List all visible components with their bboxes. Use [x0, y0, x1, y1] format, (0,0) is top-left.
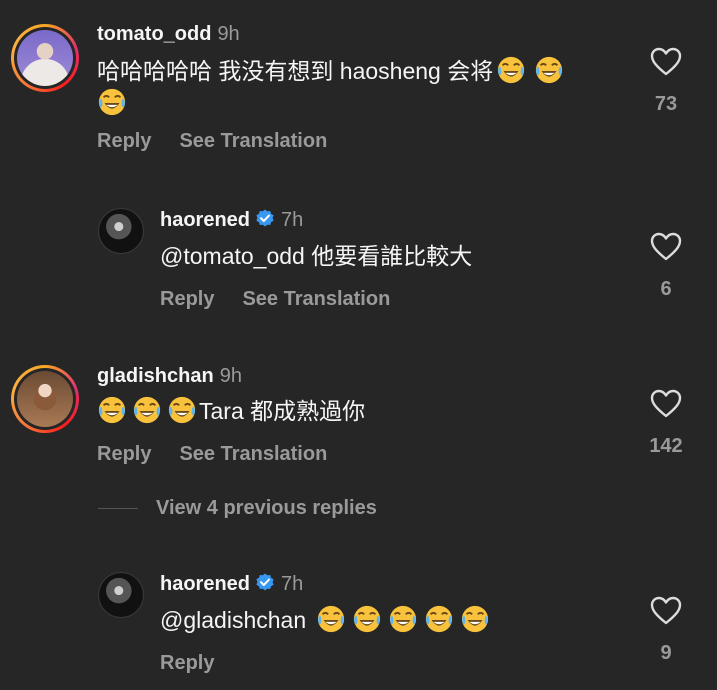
heart-icon[interactable] [650, 389, 682, 419]
comment-text: @gladishchan [160, 604, 490, 636]
heart-icon[interactable] [650, 47, 682, 77]
comment-username[interactable]: haorened 7h [160, 573, 303, 596]
reply-button[interactable]: Reply [160, 288, 214, 310]
joy-emoji [167, 395, 197, 425]
avatar-tomato-odd[interactable] [11, 24, 79, 92]
comment-text: 哈哈哈哈哈 我没有想到 haosheng 会将 [97, 55, 564, 87]
reply-button[interactable]: Reply [97, 443, 151, 465]
joy-emoji [316, 604, 346, 634]
comment-actions: Reply [160, 652, 214, 675]
comment-username[interactable]: tomato_odd 9h [97, 23, 240, 46]
username-link[interactable]: tomato_odd [97, 23, 211, 45]
comment-text-content: 哈哈哈哈哈 我没有想到 haosheng 会将 [97, 58, 494, 84]
heart-icon[interactable] [650, 596, 682, 626]
joy-emoji [496, 55, 526, 85]
comment-text-content: @gladishchan [160, 607, 307, 633]
joy-emoji [534, 55, 564, 85]
comment-actions: Reply See Translation [97, 130, 327, 153]
heart-icon[interactable] [650, 232, 682, 262]
joy-emoji [424, 604, 454, 634]
view-previous-replies-button[interactable]: View 4 previous replies [98, 497, 377, 520]
avatar-haorened[interactable] [98, 208, 144, 254]
like-count: 73 [654, 93, 678, 115]
comment-text-line2 [97, 87, 127, 119]
see-translation-button[interactable]: See Translation [242, 288, 390, 310]
comment-username[interactable]: haorened 7h [160, 209, 303, 232]
see-translation-button[interactable]: See Translation [179, 130, 327, 152]
comment-time: 7h [281, 209, 304, 231]
comment-text-content: Tara 都成熟過你 [199, 398, 366, 424]
avatar-gladishchan[interactable] [11, 365, 79, 433]
comment-text: Tara 都成熟過你 [97, 395, 365, 427]
reply-button[interactable]: Reply [160, 652, 214, 674]
joy-emoji [352, 604, 382, 634]
joy-emoji [97, 87, 127, 117]
comment-time: 9h [217, 23, 240, 45]
like-count: 6 [660, 278, 672, 300]
see-translation-button[interactable]: See Translation [179, 443, 327, 465]
comment-actions: Reply See Translation [160, 288, 390, 311]
username-link[interactable]: haorened [160, 573, 250, 595]
joy-emoji [460, 604, 490, 634]
joy-emoji [132, 395, 162, 425]
comment-time: 7h [281, 573, 304, 595]
like-count: 142 [649, 435, 683, 457]
like-count: 9 [660, 642, 672, 664]
comment-text: @tomato_odd 他要看誰比較大 [160, 243, 473, 269]
joy-emoji [388, 604, 418, 634]
joy-emoji [97, 395, 127, 425]
verified-badge-icon [255, 209, 275, 229]
divider-line [98, 508, 138, 510]
comment-username[interactable]: gladishchan 9h [97, 365, 242, 388]
reply-button[interactable]: Reply [97, 130, 151, 152]
view-previous-replies-label[interactable]: View 4 previous replies [156, 497, 377, 519]
username-link[interactable]: haorened [160, 209, 250, 231]
username-link[interactable]: gladishchan [97, 365, 214, 387]
avatar-haorened[interactable] [98, 572, 144, 618]
comment-actions: Reply See Translation [97, 443, 327, 466]
comment-time: 9h [219, 365, 242, 387]
verified-badge-icon [255, 573, 275, 593]
